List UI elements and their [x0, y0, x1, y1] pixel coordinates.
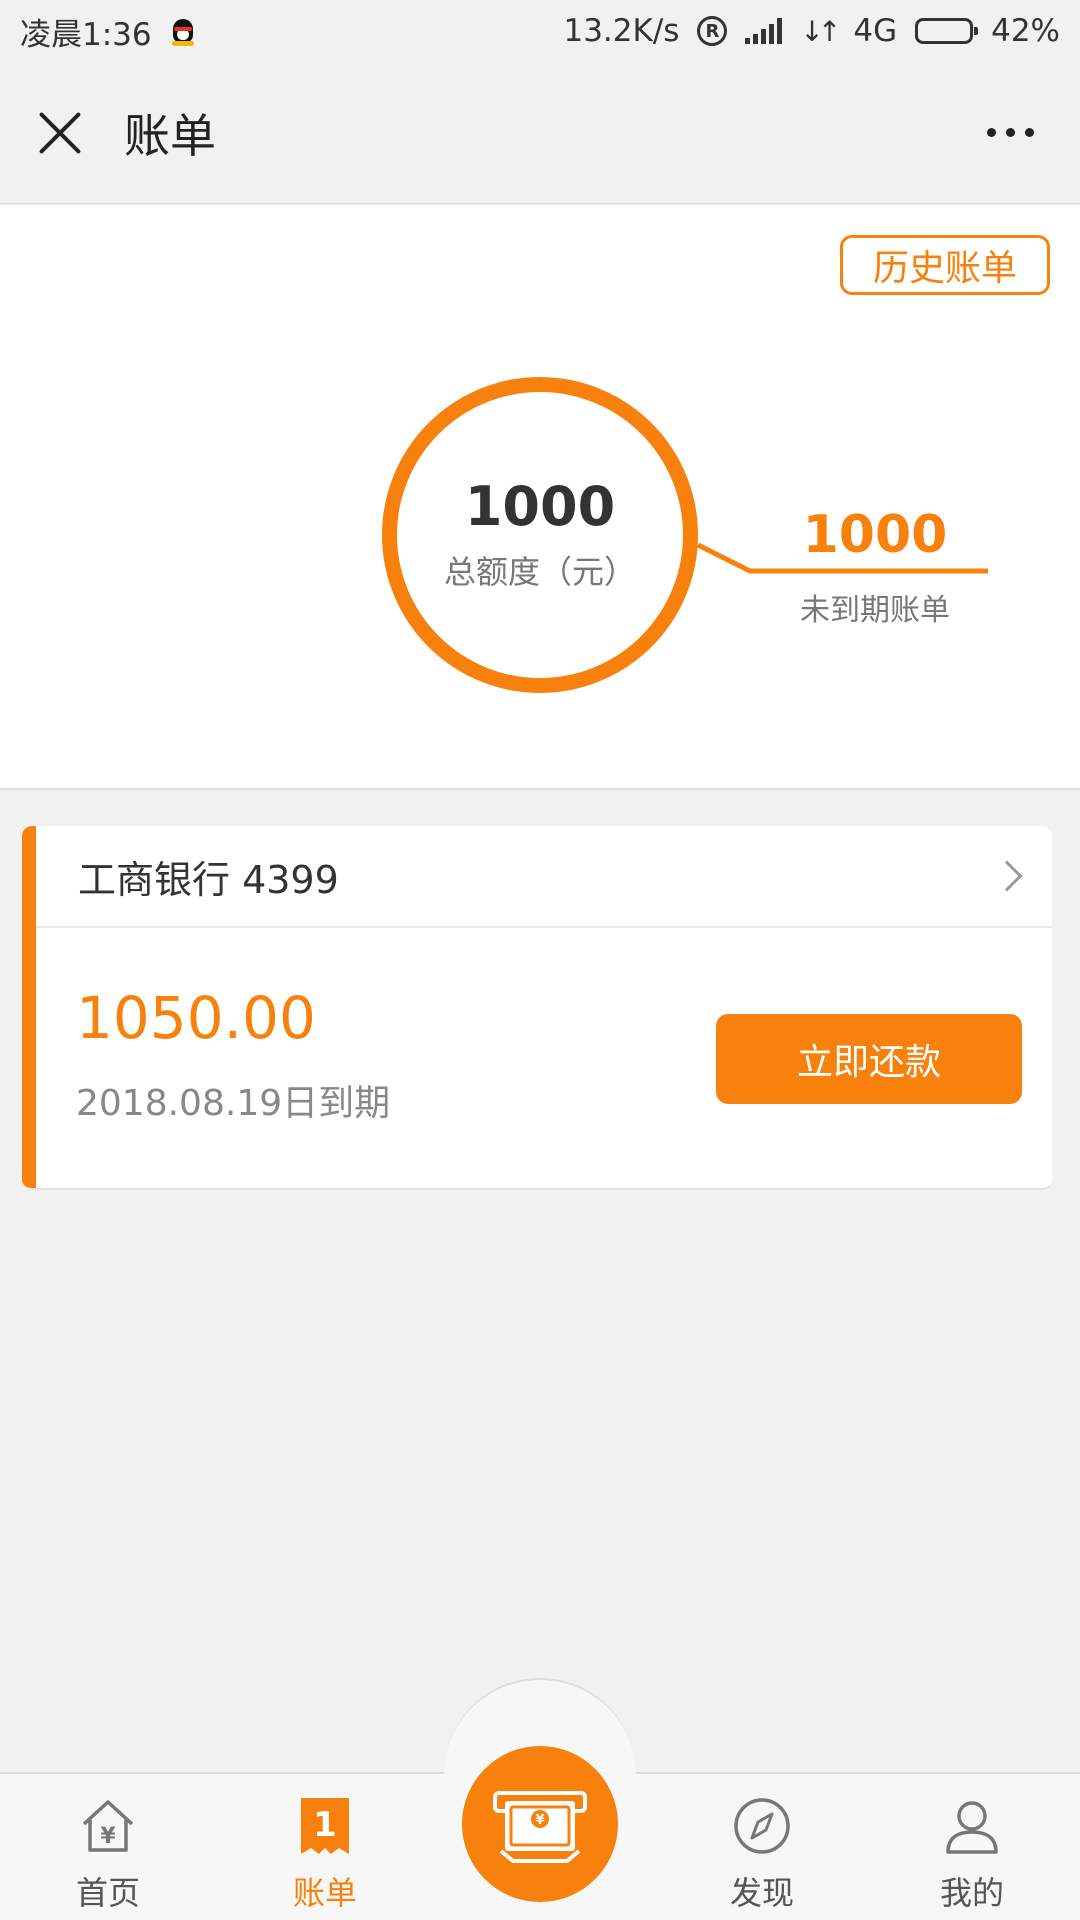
nav-label-home: 首页	[75, 1874, 140, 1912]
page-title: 账单	[124, 108, 216, 163]
status-time: 凌晨1:36	[20, 16, 152, 53]
bill-card: 工商银行 4399 1050.00 2018.08.19日到期 立即还款	[22, 826, 1052, 1190]
qq-icon	[170, 15, 196, 47]
bill-icon: 1	[301, 1798, 349, 1854]
svg-text:¥: ¥	[100, 1824, 116, 1849]
signal-icon	[745, 18, 783, 44]
nav-item-bill[interactable]: 1 账单	[245, 1794, 405, 1914]
status-right: 13.2K/s R ↓↑ 4G 42%	[563, 13, 1060, 49]
svg-text:1: 1	[313, 1805, 337, 1845]
bank-card-name: 工商银行 4399	[78, 857, 339, 902]
nav-label-mine: 我的	[939, 1874, 1004, 1912]
history-bill-button[interactable]: 历史账单	[840, 235, 1050, 295]
center-cash-button[interactable]: ¥	[462, 1746, 618, 1902]
status-left: 凌晨1:36	[20, 9, 196, 54]
unpaid-bill-label: 未到期账单	[800, 593, 950, 628]
user-icon	[946, 1801, 998, 1854]
more-icon[interactable]	[975, 118, 1046, 147]
bill-accent-bar	[22, 826, 36, 1188]
nav-item-mine[interactable]: 我的	[892, 1794, 1052, 1914]
home-yuan-icon: ¥	[82, 1800, 134, 1852]
cash-machine-icon: ¥	[493, 1791, 587, 1863]
total-credit-amount: 1000	[464, 475, 616, 539]
compass-icon	[734, 1798, 790, 1854]
total-credit-label: 总额度（元）	[443, 552, 636, 591]
nav-item-discover[interactable]: 发现	[682, 1794, 842, 1914]
repay-now-button[interactable]: 立即还款	[716, 1014, 1022, 1104]
nav-label-bill: 账单	[292, 1874, 357, 1912]
summary-panel: 历史账单 1000 总额度（元） 1000 未到期账单	[0, 205, 1080, 790]
registered-icon: R	[697, 16, 728, 46]
nav-item-home[interactable]: ¥ 首页	[28, 1794, 188, 1914]
bill-card-header[interactable]: 工商银行 4399	[36, 826, 1052, 928]
bill-due-date: 2018.08.19日到期	[76, 1083, 391, 1124]
close-icon[interactable]	[34, 107, 86, 159]
bill-screen: 凌晨1:36 13.2K/s R ↓↑ 4G 42% 账单 历史账单 1000 …	[0, 0, 1080, 1920]
network-type: 4G	[853, 13, 898, 49]
title-bar: 账单	[0, 62, 1080, 204]
battery-icon	[915, 18, 979, 44]
total-credit-ring: 1000 总额度（元）	[382, 377, 698, 693]
bottom-nav: ¥ 首页 1 账单 ¥ 发现 我的	[0, 1678, 1080, 1920]
battery-percent: 42%	[991, 13, 1060, 49]
nav-label-discover: 发现	[729, 1874, 794, 1912]
status-bar: 凌晨1:36 13.2K/s R ↓↑ 4G 42%	[0, 0, 1080, 62]
chevron-right-icon	[991, 860, 1023, 892]
data-arrows-icon: ↓↑	[800, 14, 841, 48]
svg-text:¥: ¥	[535, 1813, 544, 1828]
network-speed: 13.2K/s	[563, 13, 680, 49]
unpaid-bill-amount: 1000	[802, 505, 948, 565]
bill-amount: 1050.00	[76, 984, 316, 1052]
